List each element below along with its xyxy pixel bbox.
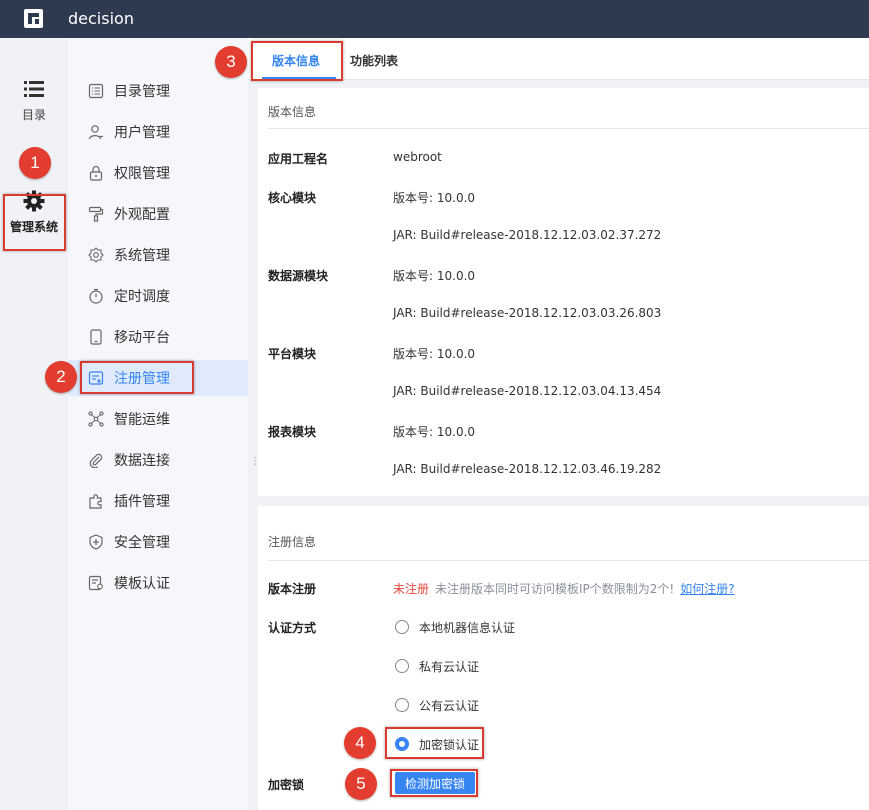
- lock-icon: [89, 165, 103, 181]
- version-info-panel: 版本信息 应用工程名 webroot 核心模块 版本号: 10.0.0 JAR:…: [258, 88, 869, 496]
- annotation-marker-4: 4: [344, 727, 376, 759]
- sidebar-item-label: 数据连接: [114, 453, 170, 469]
- registration-hint: 未注册版本同时可访问模板IP个数限制为2个!: [435, 582, 675, 596]
- radio-label: 公有云认证: [419, 699, 480, 713]
- row-value: 版本号: 10.0.0: [393, 425, 476, 439]
- how-to-register-link[interactable]: 如何注册?: [680, 582, 734, 596]
- rail-item-catalog[interactable]: 目录: [0, 80, 68, 123]
- mobile-icon: [90, 329, 102, 345]
- annotation-marker-2: 2: [45, 361, 77, 393]
- template-cert-icon: [88, 575, 103, 591]
- sidebar-item-label: 系统管理: [114, 248, 170, 264]
- panel-header: 注册信息: [268, 535, 317, 549]
- sidebar-item-smart-ops[interactable]: 智能运维: [68, 401, 248, 437]
- sidebar-item-label: 用户管理: [114, 125, 170, 141]
- row-value: JAR: Build#release-2018.12.12.03.04.13.4…: [393, 384, 662, 398]
- highlight-box-detect-button: [390, 769, 478, 797]
- row-label: 报表模块: [268, 425, 317, 439]
- gear-icon: [88, 247, 104, 263]
- auth-method-label: 认证方式: [268, 621, 317, 635]
- sidebar-item-label: 插件管理: [114, 494, 170, 510]
- radio-circle[interactable]: [395, 659, 409, 673]
- divider: [268, 560, 869, 561]
- sidebar-item-catalog-management[interactable]: 目录管理: [68, 73, 248, 109]
- sidebar-item-plugin-management[interactable]: 插件管理: [68, 483, 248, 519]
- row-value: 版本号: 10.0.0: [393, 269, 476, 283]
- row-label: 核心模块: [268, 191, 317, 205]
- sidebar-item-label: 移动平台: [114, 330, 170, 346]
- paperclip-icon: [89, 453, 103, 468]
- radio-label: 私有云认证: [419, 660, 480, 674]
- sidebar-item-appearance[interactable]: 外观配置: [68, 196, 248, 232]
- list-icon: [88, 83, 104, 99]
- sidebar-resize-handle[interactable]: ⋮⋮: [250, 456, 270, 474]
- divider: [268, 128, 869, 129]
- sidebar-item-mobile-platform[interactable]: 移动平台: [68, 319, 248, 355]
- sidebar-item-label: 目录管理: [114, 84, 170, 100]
- sidebar-item-label: 权限管理: [114, 166, 170, 182]
- sidebar-item-security-management[interactable]: 安全管理: [68, 524, 248, 560]
- row-label: 数据源模块: [268, 269, 329, 283]
- shield-icon: [89, 534, 103, 550]
- sidebar-item-label: 定时调度: [114, 289, 170, 305]
- row-value: 版本号: 10.0.0: [393, 347, 476, 361]
- tab-feature-list[interactable]: 功能列表: [350, 52, 398, 69]
- row-value: 版本号: 10.0.0: [393, 191, 476, 205]
- annotation-marker-3: 3: [215, 46, 247, 78]
- registration-status-line: 未注册 未注册版本同时可访问模板IP个数限制为2个! 如何注册?: [393, 580, 735, 597]
- app-logo-icon: [24, 9, 43, 28]
- radio-label: 本地机器信息认证: [419, 621, 516, 635]
- list-icon: [24, 81, 44, 97]
- top-bar: decision: [0, 0, 869, 38]
- registration-info-panel: 注册信息 版本注册 未注册 未注册版本同时可访问模板IP个数限制为2个! 如何注册?…: [258, 506, 869, 810]
- sidebar-item-label: 智能运维: [114, 412, 170, 428]
- annotation-marker-5: 5: [345, 768, 377, 800]
- rail-catalog-label: 目录: [21, 108, 46, 122]
- stopwatch-icon: [89, 288, 103, 304]
- app-title: decision: [68, 9, 134, 28]
- sidebar-item-data-connection[interactable]: 数据连接: [68, 442, 248, 478]
- row-label: 平台模块: [268, 347, 317, 361]
- highlight-box-dongle-radio: [385, 727, 484, 759]
- row-value: JAR: Build#release-2018.12.12.03.03.26.8…: [393, 306, 662, 320]
- panel-header: 版本信息: [268, 105, 317, 119]
- puzzle-icon: [89, 494, 102, 509]
- sidebar-item-user-management[interactable]: 用户管理: [68, 114, 248, 150]
- sidebar-item-scheduling[interactable]: 定时调度: [68, 278, 248, 314]
- row-value: JAR: Build#release-2018.12.12.03.46.19.2…: [393, 462, 662, 476]
- sidebar-item-label: 模板认证: [114, 576, 170, 592]
- registration-status: 未注册: [393, 582, 430, 596]
- row-label: 应用工程名: [268, 152, 329, 166]
- row-value: JAR: Build#release-2018.12.12.03.02.37.2…: [393, 228, 662, 242]
- version-registration-label: 版本注册: [268, 582, 317, 596]
- highlight-box-registration: [80, 361, 194, 394]
- annotation-marker-1: 1: [19, 147, 51, 179]
- sidebar-item-label: 外观配置: [114, 207, 170, 223]
- sidebar-item-permission-management[interactable]: 权限管理: [68, 155, 248, 191]
- highlight-box-version-tab: [251, 41, 343, 81]
- dongle-label: 加密锁: [268, 778, 305, 792]
- highlight-box-admin: [3, 194, 66, 251]
- sidebar-item-label: 安全管理: [114, 535, 170, 551]
- user-icon: [88, 125, 103, 140]
- admin-sidebar: 目录管理 用户管理 权限管理 外观配置 系统管理 定时调度 移动平台 注册管理 …: [68, 38, 248, 810]
- sidebar-item-template-certification[interactable]: 模板认证: [68, 565, 248, 601]
- sidebar-item-system-management[interactable]: 系统管理: [68, 237, 248, 273]
- paint-roller-icon: [88, 206, 104, 222]
- network-icon: [88, 411, 104, 427]
- radio-circle[interactable]: [395, 620, 409, 634]
- row-value: webroot: [393, 150, 442, 164]
- radio-circle[interactable]: [395, 698, 409, 712]
